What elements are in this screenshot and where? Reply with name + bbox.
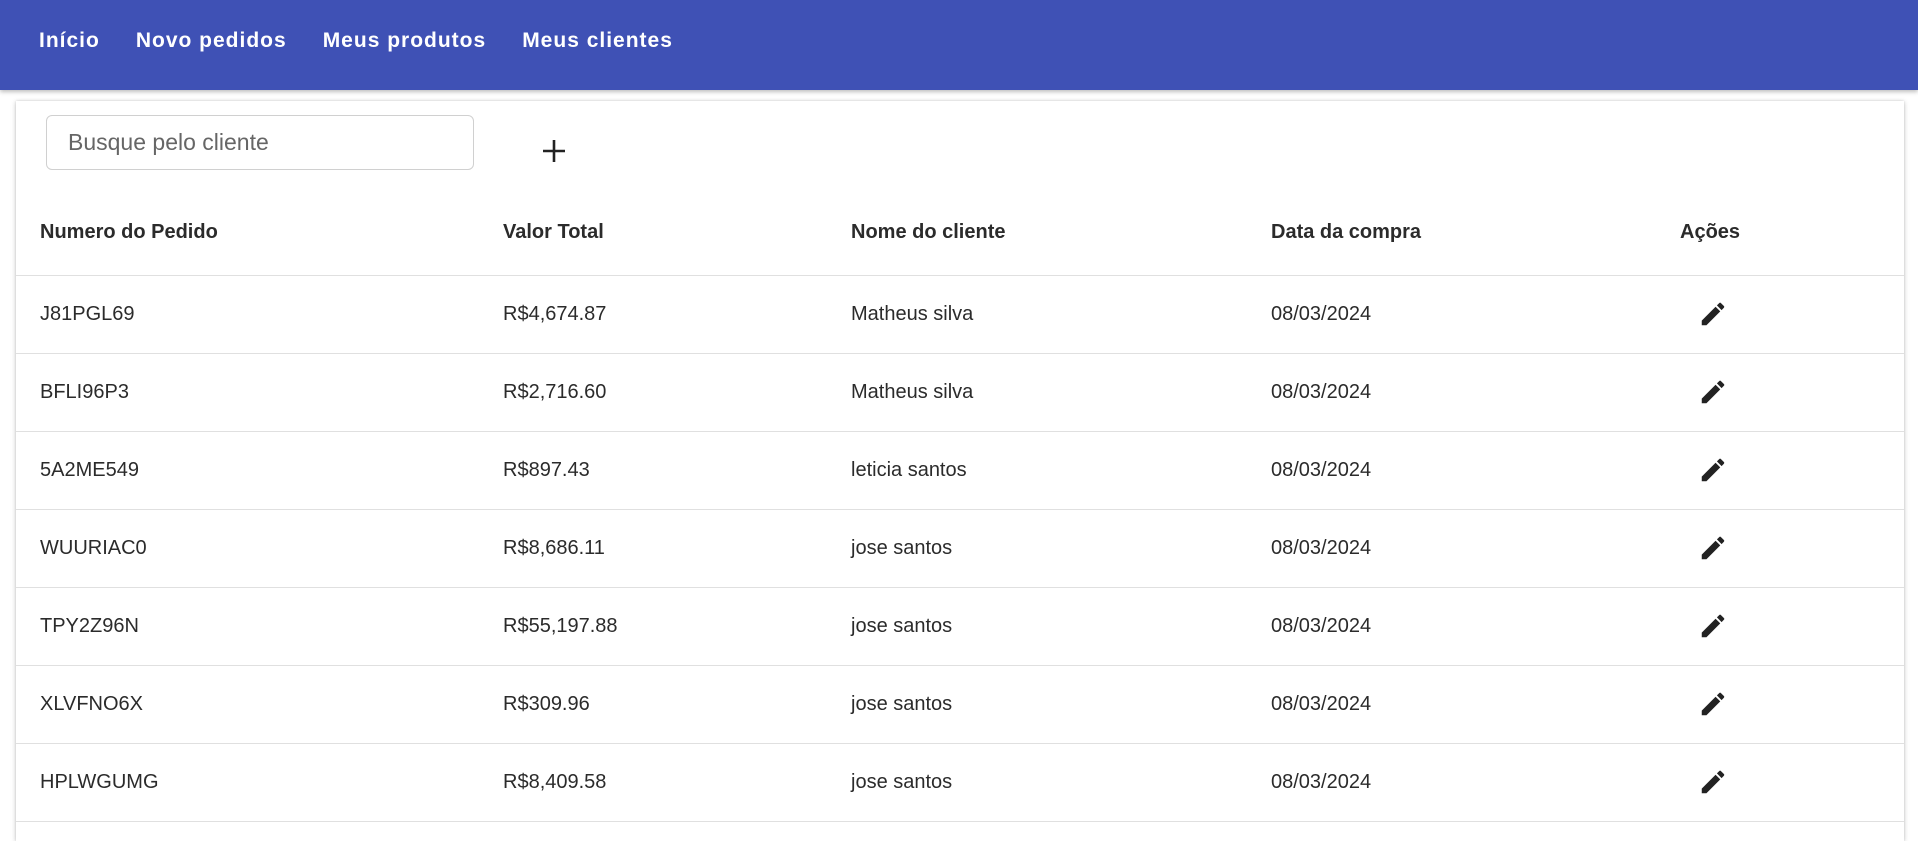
cell-purchase-date: 08/03/2024 (1271, 380, 1372, 403)
edit-icon (1701, 380, 1725, 404)
nav-link-meus-clientes[interactable]: Meus clientes (522, 21, 673, 61)
cell-client-name: Matheus silva (851, 380, 974, 403)
header-actions: Ações (1680, 191, 1904, 276)
cell-total-value: R$55,197.88 (503, 614, 618, 637)
plus-icon (543, 140, 565, 162)
top-nav-bar: Início Novo pedidos Meus produtos Meus c… (0, 0, 1918, 90)
orders-card: Numero do Pedido Valor Total Nome do cli… (16, 101, 1904, 841)
cell-purchase-date: 08/03/2024 (1271, 302, 1372, 325)
cell-client-name: jose santos (851, 770, 953, 793)
header-client-name[interactable]: Nome do cliente (851, 191, 1271, 276)
table-row[interactable]: XLVFNO6X R$309.96 jose santos 08/03/2024 (16, 665, 1904, 743)
header-order-number[interactable]: Numero do Pedido (16, 191, 503, 276)
edit-button[interactable] (1698, 299, 1758, 329)
edit-button[interactable] (1698, 377, 1758, 407)
cell-order-number: HPLWGUMG (40, 770, 159, 793)
cell-purchase-date: 08/03/2024 (1271, 692, 1372, 715)
add-order-button[interactable] (534, 131, 574, 171)
cell-actions (1680, 431, 1904, 509)
cell-purchase-date: 08/03/2024 (1271, 770, 1372, 793)
edit-button[interactable] (1698, 611, 1758, 641)
table-row[interactable]: J81PGL69 R$4,674.87 Matheus silva 08/03/… (16, 275, 1904, 353)
table-row[interactable]: HPLWGUMG R$8,409.58 jose santos 08/03/20… (16, 743, 1904, 821)
cell-order-number: BFLI96P3 (40, 380, 129, 403)
search-input[interactable] (66, 128, 473, 157)
search-field[interactable] (46, 115, 474, 170)
cell-actions (1680, 743, 1904, 821)
table-body: J81PGL69 R$4,674.87 Matheus silva 08/03/… (16, 275, 1904, 821)
cell-order-number: WUURIAC0 (40, 536, 147, 559)
cell-actions (1680, 353, 1904, 431)
edit-icon (1701, 458, 1725, 482)
edit-icon (1701, 770, 1725, 794)
cell-purchase-date: 08/03/2024 (1271, 614, 1372, 637)
cell-actions (1680, 275, 1904, 353)
nav-link-inicio[interactable]: Início (39, 21, 100, 61)
cell-total-value: R$8,409.58 (503, 770, 607, 793)
table-row[interactable]: TPY2Z96N R$55,197.88 jose santos 08/03/2… (16, 587, 1904, 665)
cell-client-name: jose santos (851, 536, 953, 559)
edit-button[interactable] (1698, 455, 1758, 485)
cell-total-value: R$4,674.87 (503, 302, 607, 325)
cell-order-number: XLVFNO6X (40, 692, 143, 715)
cell-client-name: Matheus silva (851, 302, 974, 325)
cell-purchase-date: 08/03/2024 (1271, 536, 1372, 559)
cell-actions (1680, 587, 1904, 665)
edit-icon (1701, 614, 1725, 638)
edit-button[interactable] (1698, 689, 1758, 719)
nav-link-meus-produtos[interactable]: Meus produtos (323, 21, 487, 61)
header-total-value[interactable]: Valor Total (503, 191, 851, 276)
cell-client-name: leticia santos (851, 458, 967, 481)
cell-total-value: R$8,686.11 (503, 536, 605, 559)
cell-order-number: J81PGL69 (40, 302, 135, 325)
cell-total-value: R$897.43 (503, 458, 590, 481)
table-header: Numero do Pedido Valor Total Nome do cli… (16, 191, 1904, 276)
cell-order-number: 5A2ME549 (40, 458, 139, 481)
edit-icon (1701, 536, 1725, 560)
cell-actions (1680, 665, 1904, 743)
cell-total-value: R$2,716.60 (503, 380, 607, 403)
nav-link-novo-pedidos[interactable]: Novo pedidos (136, 21, 287, 61)
cell-actions (1680, 509, 1904, 587)
cell-client-name: jose santos (851, 692, 953, 715)
toolbar (16, 101, 1904, 191)
table-row[interactable]: WUURIAC0 R$8,686.11 jose santos 08/03/20… (16, 509, 1904, 587)
header-purchase-date[interactable]: Data da compra (1271, 191, 1680, 276)
cell-client-name: jose santos (851, 614, 953, 637)
table-header-row: Numero do Pedido Valor Total Nome do cli… (16, 191, 1904, 276)
table-row[interactable]: 5A2ME549 R$897.43 leticia santos 08/03/2… (16, 431, 1904, 509)
edit-button[interactable] (1698, 533, 1758, 563)
edit-icon (1701, 302, 1725, 326)
orders-table: Numero do Pedido Valor Total Nome do cli… (16, 191, 1904, 822)
edit-icon (1701, 692, 1725, 716)
orders-table-region: Numero do Pedido Valor Total Nome do cli… (16, 191, 1904, 822)
cell-total-value: R$309.96 (503, 692, 590, 715)
cell-purchase-date: 08/03/2024 (1271, 458, 1372, 481)
table-row[interactable]: BFLI96P3 R$2,716.60 Matheus silva 08/03/… (16, 353, 1904, 431)
cell-order-number: TPY2Z96N (40, 614, 139, 637)
edit-button[interactable] (1698, 767, 1758, 797)
